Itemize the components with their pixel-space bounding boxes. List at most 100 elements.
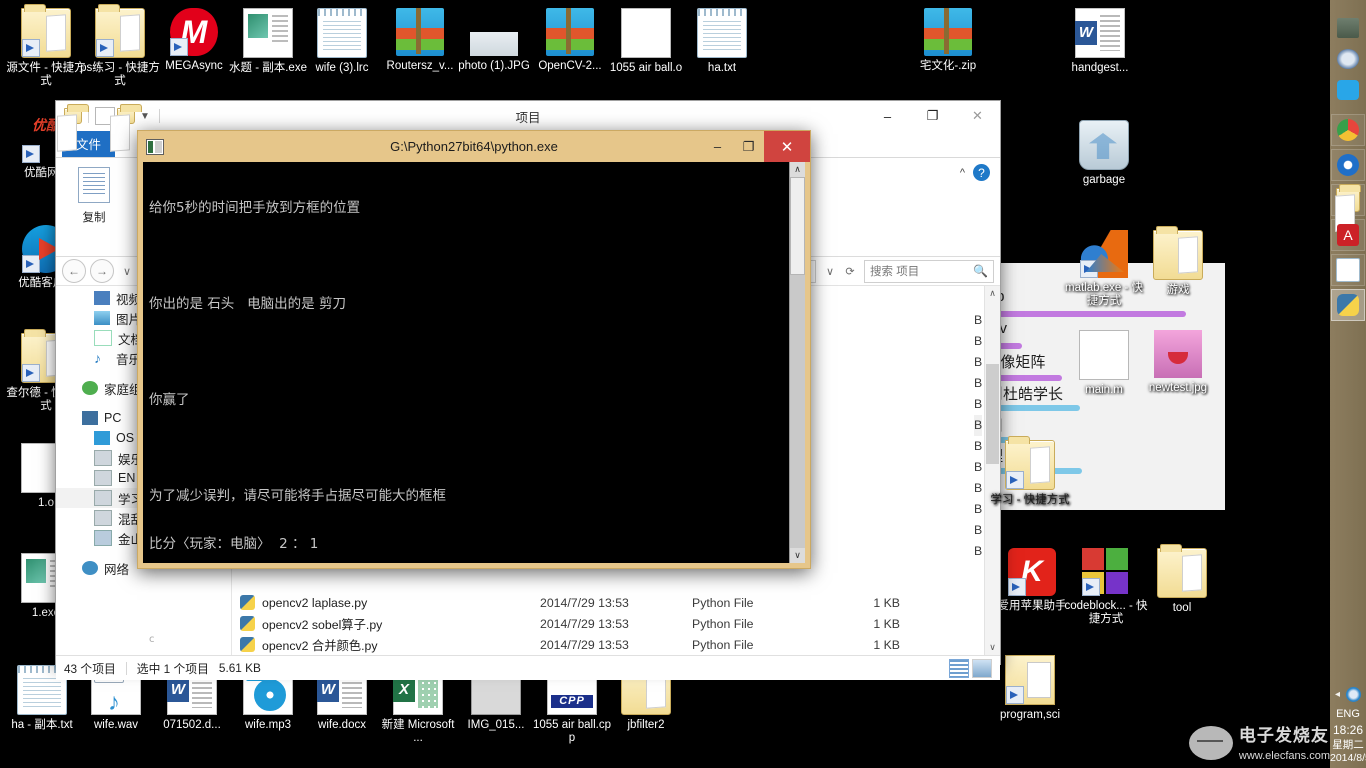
forward-button[interactable]: →	[90, 259, 114, 283]
desktop-icon-study-shortcut[interactable]: 学习 - 快捷方式	[988, 440, 1072, 507]
back-button[interactable]: ←	[62, 259, 86, 283]
help-icon[interactable]: ?	[973, 164, 990, 181]
desktop-icon-routersz[interactable]: Routersz_v...	[378, 8, 462, 73]
console-title-bar[interactable]: G:\Python27bit64\python.exe – ❐ ✕	[138, 131, 810, 162]
network-tray-icon[interactable]	[1337, 18, 1359, 38]
search-input[interactable]: 搜索 项目 🔍	[864, 260, 994, 283]
taskbar-day[interactable]: 星期二	[1330, 737, 1366, 752]
scroll-up-arrow[interactable]: ∧	[985, 286, 1000, 301]
folder-icon	[1153, 230, 1203, 280]
desktop-icon-garbage[interactable]: garbage	[1062, 120, 1146, 187]
desktop-icon-airball-o[interactable]: 1055 air ball.o	[604, 8, 688, 75]
large-icons-view-icon[interactable]	[972, 659, 992, 678]
desktop-icon-main-m[interactable]: main.m	[1062, 330, 1146, 397]
scroll-down-arrow[interactable]: ∨	[985, 640, 1000, 655]
winrar-archive-icon	[546, 8, 594, 56]
address-dropdown-icon[interactable]: ∨	[820, 265, 840, 278]
desktop-icon-ha-txt[interactable]: ha.txt	[680, 8, 764, 75]
desktop-icon-zhaiwenhua-zip[interactable]: 宅文化-.zip	[906, 8, 990, 73]
desktop-icon-games-folder[interactable]: 游戏	[1136, 230, 1220, 297]
explorer-title-bar[interactable]: ▼ 项目 – ❐ ✕	[56, 101, 1000, 131]
file-size-cell: 1 KB	[840, 638, 900, 652]
taskbar-time[interactable]: 18:26	[1330, 723, 1366, 737]
explorer-window-controls[interactable]: – ❐ ✕	[865, 101, 1000, 131]
chevron-up-icon[interactable]: ^	[960, 167, 965, 179]
desktop-icon-label: newtest.jpg	[1136, 382, 1220, 395]
security-tray-icon[interactable]	[1337, 49, 1359, 69]
desktop-icon-label: handgest...	[1058, 62, 1142, 75]
desktop-icon-wife-lrc[interactable]: wife (3).lrc	[300, 8, 384, 75]
maximize-button[interactable]: ❐	[733, 131, 764, 162]
language-indicator[interactable]: ENG	[1330, 708, 1366, 720]
taskbar-explorer-button[interactable]	[1331, 184, 1365, 216]
console-window-controls[interactable]: – ❐ ✕	[702, 131, 810, 162]
desktop-icon-source-files[interactable]: 源文件 - 快捷方式	[4, 8, 88, 88]
show-hidden-icons-button[interactable]: ◂	[1335, 689, 1340, 700]
close-button[interactable]: ✕	[955, 101, 1000, 131]
desktop-icon-label: ps练习 - 快捷方式	[78, 62, 162, 88]
refresh-icon[interactable]: ⟳	[840, 265, 860, 278]
image-thumbnail-icon	[1154, 330, 1202, 378]
desktop-icon-ps-practice[interactable]: ps练习 - 快捷方式	[78, 8, 162, 88]
search-icon[interactable]: 🔍	[973, 264, 988, 278]
action-center-icon[interactable]	[1346, 687, 1361, 702]
folder-icon[interactable]	[117, 108, 135, 124]
desktop-icon-label: jbfilter2	[604, 719, 688, 732]
taskbar-clock-area[interactable]: ◂ ENG 18:26 星期二 2014/8/5	[1330, 687, 1366, 764]
network-icon	[82, 561, 98, 575]
documents-icon	[94, 330, 112, 346]
size-cell: B	[974, 310, 982, 331]
minimize-button[interactable]: –	[702, 131, 733, 162]
quick-access-toolbar[interactable]: ▼	[56, 103, 164, 129]
sidebar-item-label: 网络	[104, 559, 129, 578]
desktop-icon-matlab[interactable]: matlab.exe - 快捷方式	[1062, 230, 1146, 308]
copy-button[interactable]: 复制	[66, 164, 122, 225]
taskbar-python-button[interactable]	[1331, 289, 1365, 321]
scroll-up-arrow[interactable]: ∧	[790, 162, 805, 177]
chevron-down-icon[interactable]: ▼	[137, 111, 153, 122]
taskbar[interactable]: A ◂ ENG 18:26 星期二 2014/8/5	[1330, 0, 1366, 768]
desktop-icon-shuiti-exe[interactable]: 水题 - 副本.exe	[226, 8, 310, 75]
desktop-icon-label: 游戏	[1136, 284, 1220, 297]
taskbar-apps[interactable]: A	[1330, 114, 1366, 321]
scroll-down-arrow[interactable]: ∨	[790, 548, 805, 563]
desktop-icon-tool-folder[interactable]: tool	[1140, 548, 1224, 615]
desktop-icon-codeblocks[interactable]: codeblock... - 快捷方式	[1064, 548, 1148, 626]
copy-label: 复制	[66, 209, 122, 225]
taskbar-date[interactable]: 2014/8/5	[1330, 752, 1366, 764]
desktop-icon-label: wife.docx	[300, 719, 384, 732]
taskbar-notepad-button[interactable]	[1331, 254, 1365, 286]
console-line: 给你5秒的时间把手放到方框的位置	[149, 200, 785, 216]
recent-locations-button[interactable]: ∨	[118, 260, 136, 282]
elecfans-logo-icon	[1189, 726, 1233, 760]
maximize-button[interactable]: ❐	[910, 101, 955, 131]
desktop-icon-opencv-archive[interactable]: OpenCV-2...	[528, 8, 612, 73]
folder-icon[interactable]	[64, 108, 82, 124]
scrollbar-thumb[interactable]	[790, 177, 805, 275]
notification-tray[interactable]	[1330, 0, 1366, 100]
python-console-window[interactable]: G:\Python27bit64\python.exe – ❐ ✕ 给你5秒的时…	[137, 130, 811, 569]
windows-drive-icon	[94, 431, 110, 445]
details-view-icon[interactable]	[949, 659, 969, 678]
console-screen[interactable]: 给你5秒的时间把手放到方框的位置 你出的是 石头 电脑出的是 剪刀 你赢了 为了…	[143, 162, 805, 563]
desktop-icon-handgest-doc[interactable]: W handgest...	[1058, 8, 1142, 75]
desktop-icon-newtest-jpg[interactable]: newtest.jpg	[1136, 330, 1220, 395]
desktop-icon-megasync[interactable]: M MEGAsync	[152, 8, 236, 73]
folder-icon	[1157, 548, 1207, 598]
copy-icon	[66, 167, 122, 207]
contacts-tray-icon[interactable]	[1337, 80, 1359, 100]
desktop-icon-photo-jpg[interactable]: photo (1).JPG	[452, 8, 536, 73]
taskbar-chrome-button[interactable]	[1331, 114, 1365, 146]
desktop-icon-kuaiyong[interactable]: K 爱用苹果助手	[990, 548, 1074, 613]
desktop-icon-program-sci[interactable]: program,sci	[988, 655, 1072, 722]
chrome-icon	[1337, 119, 1359, 141]
close-button[interactable]: ✕	[764, 131, 810, 162]
view-mode-buttons[interactable]	[949, 659, 992, 678]
taskbar-antivirus-button[interactable]	[1331, 149, 1365, 181]
desktop-icon-label: 学习 - 快捷方式	[988, 494, 1072, 507]
watermark-url: www.elecfans.com	[1239, 750, 1330, 762]
address-bar-controls[interactable]: ∨ ⟳	[820, 265, 860, 278]
console-scrollbar[interactable]: ∧ ∨	[789, 162, 805, 563]
minimize-button[interactable]: –	[865, 101, 910, 131]
folder-shortcut-icon	[1005, 440, 1055, 490]
